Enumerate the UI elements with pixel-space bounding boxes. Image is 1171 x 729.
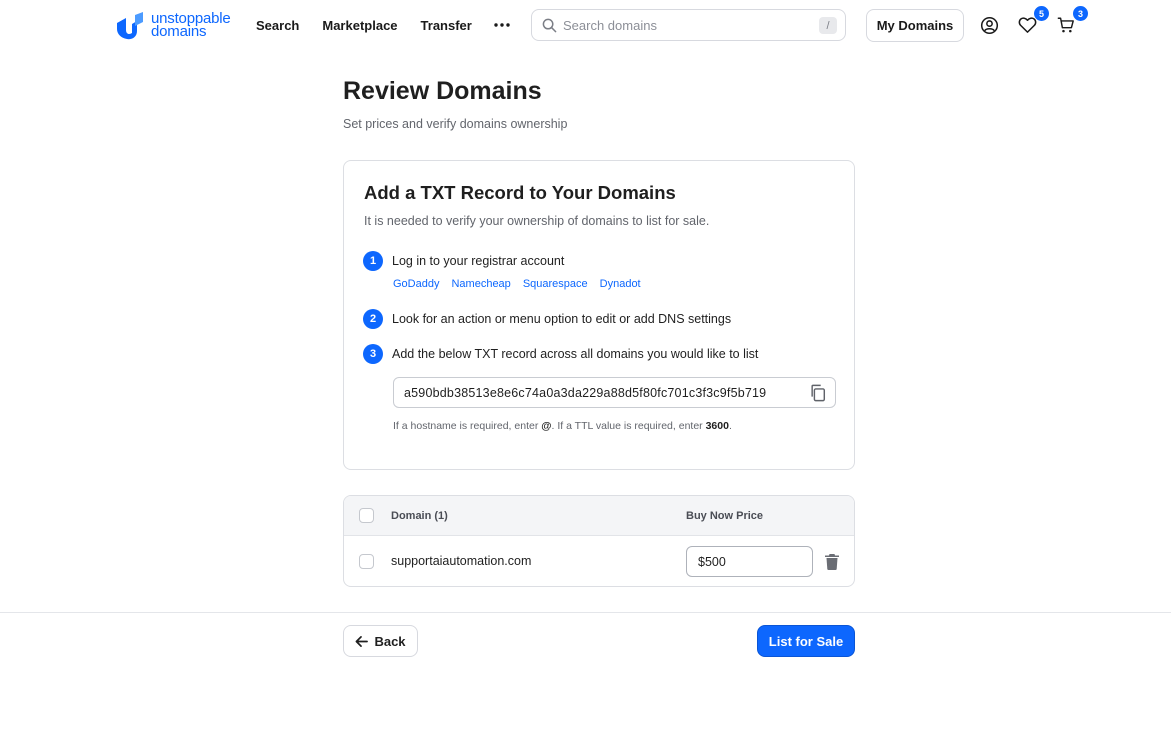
cart-count-badge: 3	[1073, 6, 1088, 21]
logo-mark-icon	[117, 12, 143, 40]
row-checkbox[interactable]	[359, 554, 374, 569]
main-nav: Search Marketplace Transfer	[256, 16, 511, 34]
my-domains-button[interactable]: My Domains	[866, 9, 964, 42]
txt-card-description: It is needed to verify your ownership of…	[364, 214, 710, 228]
registrar-link-squarespace[interactable]: Squarespace	[523, 278, 588, 290]
select-all-checkbox[interactable]	[359, 508, 374, 523]
txt-record-value[interactable]: a590bdb38513e8e6c74a0a3da229a88d5f80fc70…	[404, 386, 799, 400]
back-button-label: Back	[374, 633, 406, 649]
brand-logo[interactable]: unstoppable domains	[115, 10, 231, 40]
cart-icon[interactable]: 3	[1056, 6, 1088, 35]
txt-record-card: Add a TXT Record to Your Domains It is n…	[343, 160, 855, 470]
list-for-sale-button[interactable]: List for Sale	[757, 625, 855, 657]
nav-marketplace[interactable]: Marketplace	[322, 18, 397, 33]
hint-text-a: If a hostname is required, enter	[393, 420, 542, 432]
registrar-links: GoDaddy Namecheap Squarespace Dynadot	[393, 278, 641, 290]
column-header-domain: Domain (1)	[391, 510, 448, 522]
arrow-left-icon	[356, 635, 369, 647]
trash-icon[interactable]	[824, 553, 840, 570]
copy-icon[interactable]	[809, 384, 827, 402]
registrar-link-namecheap[interactable]: Namecheap	[451, 278, 510, 290]
search-bar: /	[531, 9, 846, 41]
top-header: unstoppable domains Search Marketplace T…	[0, 0, 1171, 50]
footer-divider	[0, 612, 1171, 613]
registrar-link-dynadot[interactable]: Dynadot	[600, 278, 641, 290]
txt-card-title: Add a TXT Record to Your Domains	[364, 182, 676, 203]
hint-text-b: . If a TTL value is required, enter	[551, 420, 706, 432]
registrar-link-godaddy[interactable]: GoDaddy	[393, 278, 439, 290]
step-1: 1 Log in to your registrar account	[363, 251, 564, 271]
step-3-text: Add the below TXT record across all doma…	[392, 347, 759, 361]
nav-search[interactable]: Search	[256, 18, 299, 33]
table-header: Domain (1) Buy Now Price	[344, 496, 854, 536]
favorites-heart-icon[interactable]: 5	[1017, 6, 1049, 35]
hint-text-c: .	[728, 420, 732, 432]
hint-ttl-value: 3600	[705, 420, 729, 432]
step-3: 3 Add the below TXT record across all do…	[363, 344, 758, 364]
domains-table: Domain (1) Buy Now Price supportaiautoma…	[343, 495, 855, 587]
column-header-price: Buy Now Price	[686, 510, 764, 522]
step-2-text: Look for an action or menu option to edi…	[392, 312, 732, 326]
search-input[interactable]	[563, 17, 803, 33]
step-1-number: 1	[363, 251, 383, 271]
search-icon	[542, 18, 557, 32]
back-button[interactable]: Back	[343, 625, 418, 657]
step-2: 2 Look for an action or menu option to e…	[363, 309, 731, 329]
price-input[interactable]	[686, 546, 813, 577]
step-3-number: 3	[363, 344, 383, 364]
page-subtitle: Set prices and verify domains ownership	[343, 117, 568, 131]
logo-text-line2: domains	[151, 23, 207, 40]
account-icon[interactable]	[979, 15, 999, 35]
search-shortcut-key: /	[819, 17, 837, 34]
favorites-count-badge: 5	[1034, 6, 1049, 21]
page-title: Review Domains	[343, 77, 542, 105]
more-horizontal-icon[interactable]	[493, 16, 511, 34]
step-1-text: Log in to your registrar account	[392, 254, 565, 268]
hint-hostname-value: @	[541, 420, 552, 432]
logo-text: unstoppable domains	[151, 11, 231, 40]
step-2-number: 2	[363, 309, 383, 329]
txt-record-field[interactable]: a590bdb38513e8e6c74a0a3da229a88d5f80fc70…	[393, 377, 836, 408]
row-domain-name: supportaiautomation.com	[391, 554, 532, 568]
dns-hint: If a hostname is required, enter @. If a…	[393, 420, 732, 432]
nav-transfer[interactable]: Transfer	[421, 18, 472, 33]
